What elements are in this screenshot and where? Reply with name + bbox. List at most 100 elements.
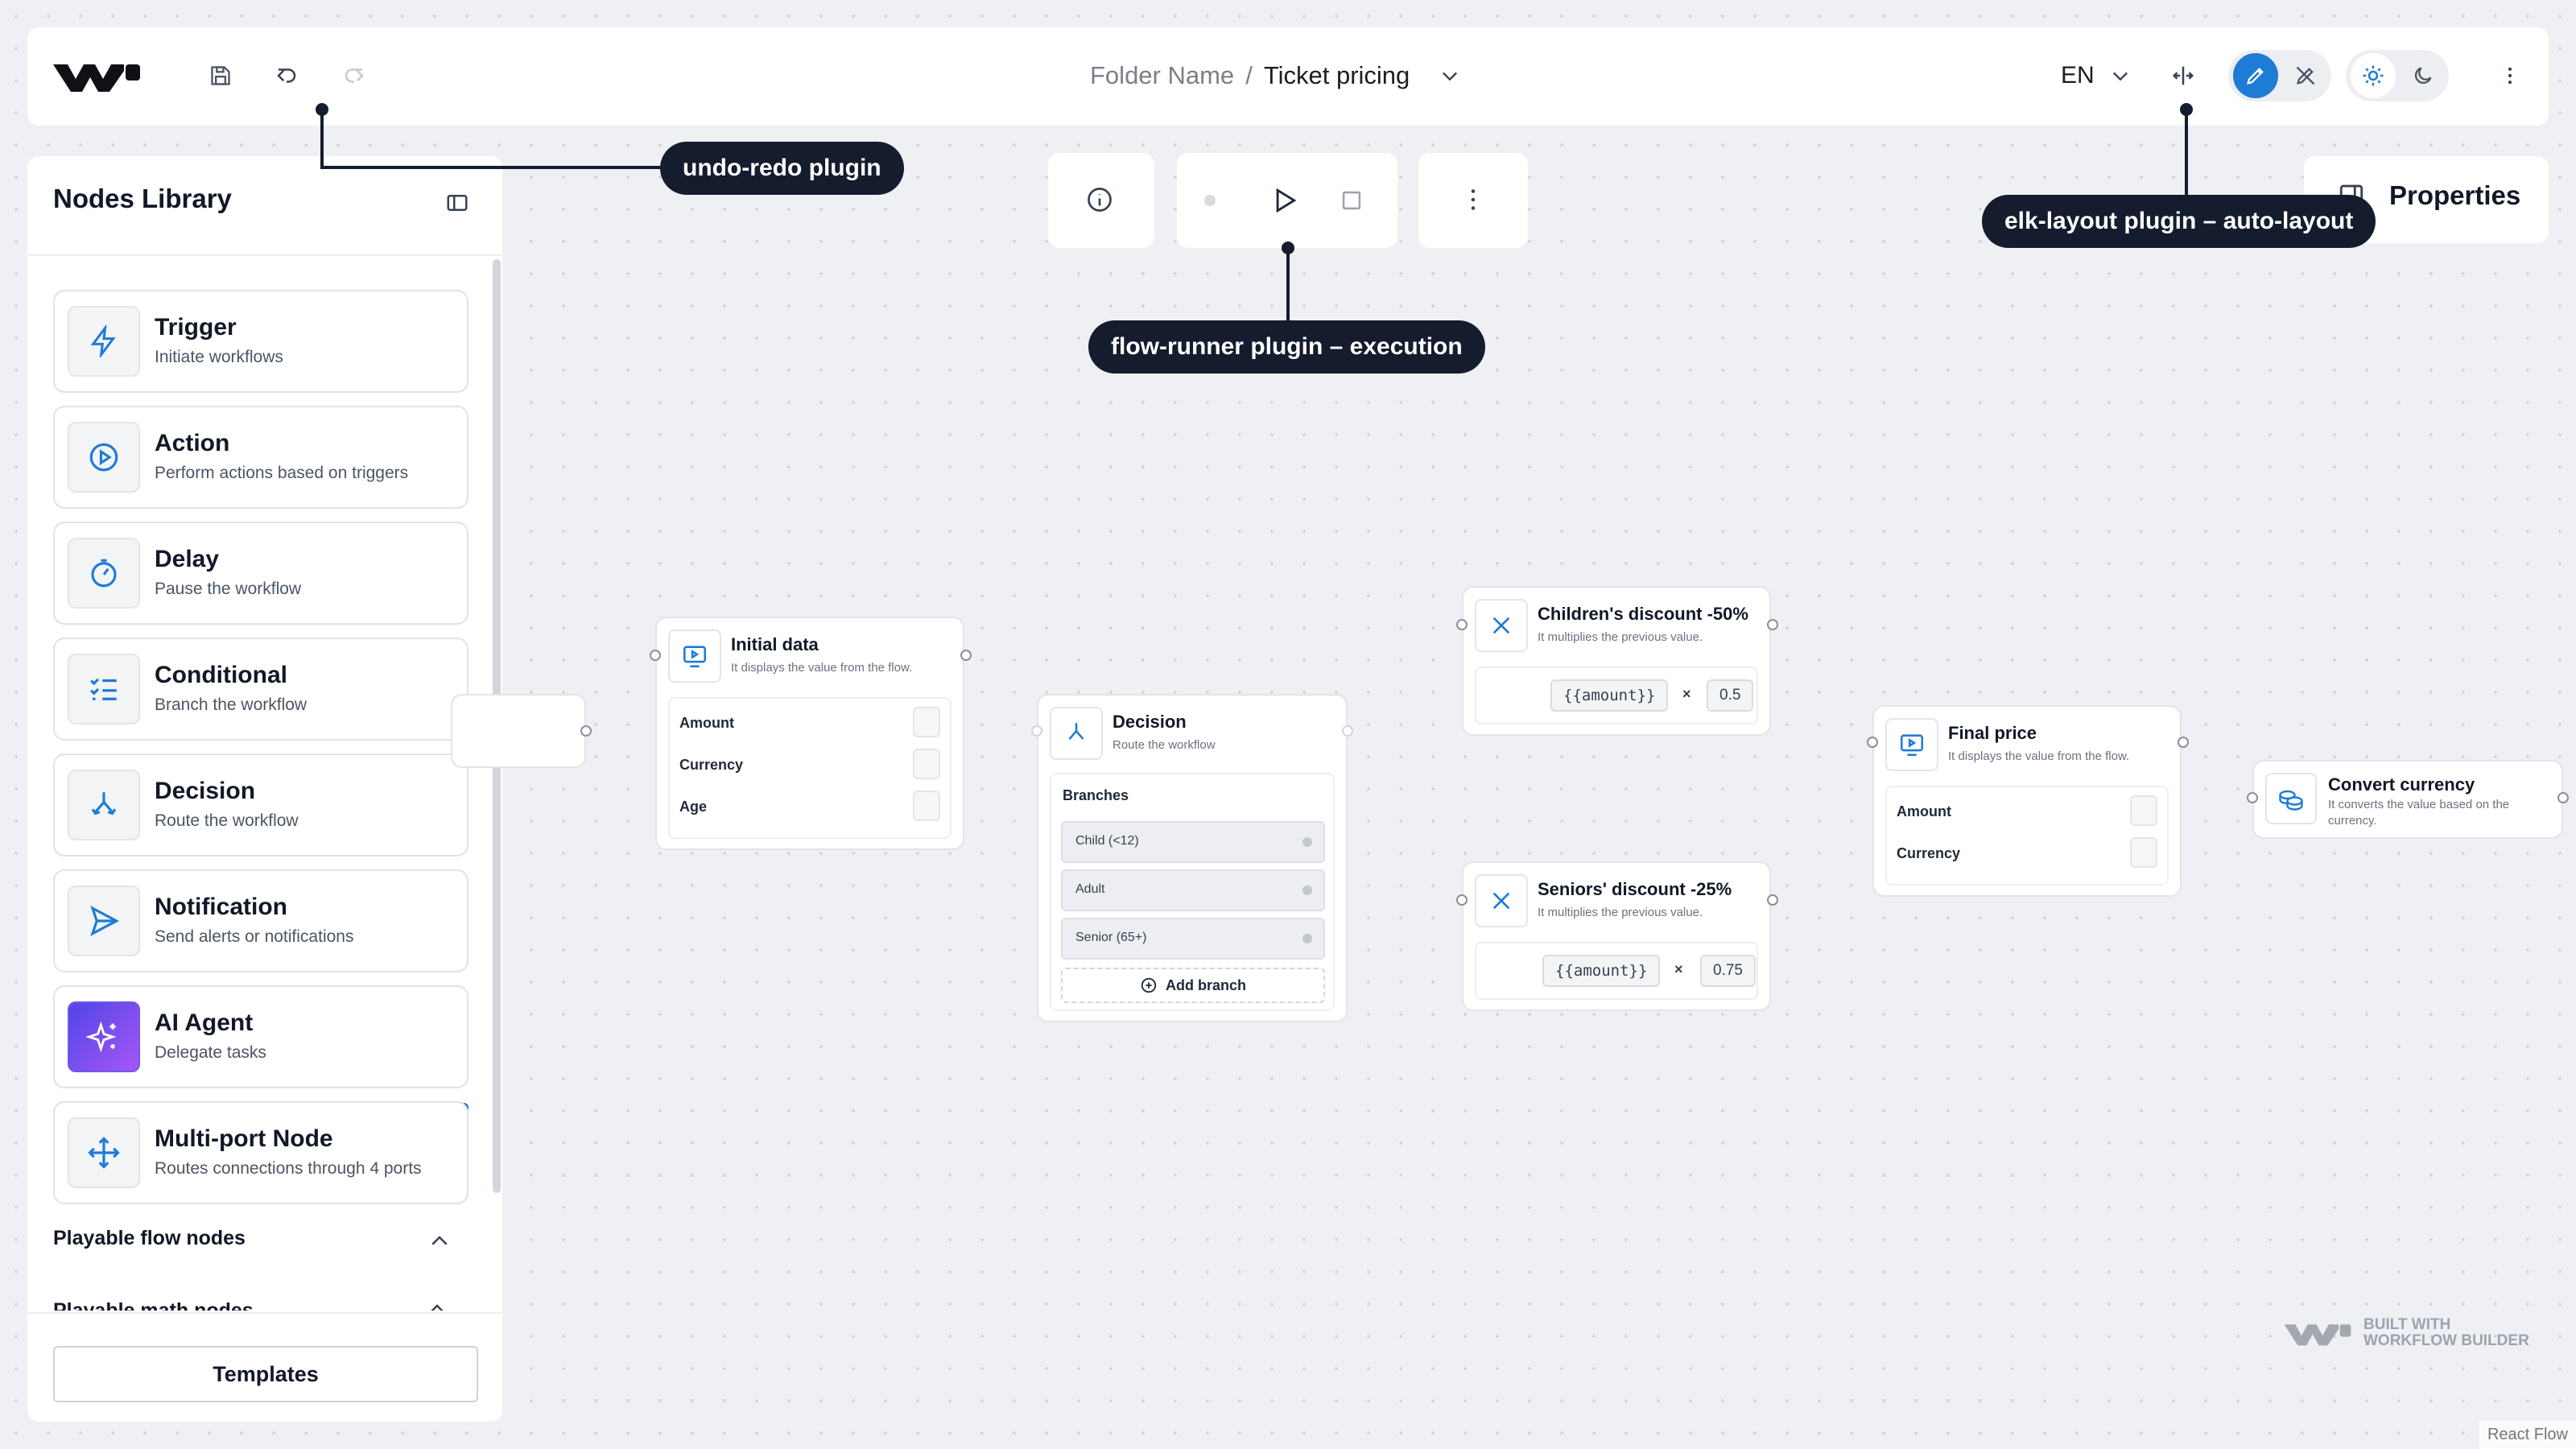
pencil-off-icon[interactable] [2283,53,2328,98]
multiply-operator: × [1682,686,1691,702]
library-item-delay[interactable]: Delay Pause the workflow [53,522,469,625]
callout-connector [320,166,667,169]
output-port[interactable] [1767,894,1778,906]
library-item-decision[interactable]: Decision Route the workflow [53,753,469,857]
input-port[interactable] [1031,725,1042,737]
section-header-playable-flow-nodes[interactable]: Playable flow nodes [53,1227,246,1250]
branch-label: Child (<12) [1075,834,1139,848]
templates-button[interactable]: Templates [53,1346,478,1402]
item-desc: Pause the workflow [155,580,302,598]
save-icon[interactable] [203,58,238,93]
callout-connector [1286,246,1290,324]
list-check-icon [68,654,140,724]
field-value[interactable] [913,707,940,737]
input-port[interactable] [1456,619,1468,630]
field-value[interactable] [913,749,940,779]
brand-line-2: WORKFLOW BUILDER [2363,1332,2529,1349]
input-port[interactable] [650,650,661,661]
item-desc: Initiate workflows [155,348,283,366]
partial-node[interactable] [451,694,586,768]
field-label: Currency [1897,845,1961,861]
chevron-down-icon [2109,64,2132,87]
field-value[interactable] [2130,795,2157,826]
library-item-multi-port-node[interactable]: Multi-port Node Routes connections throu… [53,1101,469,1204]
chevron-up-icon[interactable] [425,1298,454,1311]
node-initial-data[interactable]: Initial data It displays the value from … [655,617,964,850]
output-port[interactable] [1342,725,1353,737]
add-branch-button[interactable]: Add branch [1061,968,1325,1003]
built-with-badge[interactable]: BUILT WITH WORKFLOW BUILDER [2283,1317,2529,1349]
item-name: AI Agent [155,1009,254,1036]
multiply-icon [1475,599,1528,652]
output-port[interactable] [960,650,972,661]
node-title: Decision [1113,712,1187,732]
factor-value[interactable]: 0.75 [1700,955,1756,987]
chevron-up-icon[interactable] [425,1227,454,1256]
play-icon[interactable] [1269,185,1299,220]
amount-variable-chip[interactable]: {{amount}} [1542,955,1661,987]
node-seniors-discount[interactable]: Seniors' discount -25% It multiplies the… [1462,861,1771,1011]
auto-layout-icon[interactable] [2165,58,2201,93]
node-fields: Amount Currency Age [668,697,952,839]
callout-elk-layout: elk-layout plugin – auto-layout [1982,195,2376,248]
workflow-builder-logo [2283,1319,2352,1348]
item-desc: Send alerts or notifications [155,927,354,946]
info-icon[interactable] [1085,185,1114,218]
react-flow-attribution[interactable]: React Flow [2479,1421,2576,1449]
input-port[interactable] [1456,894,1468,906]
timer-icon [68,538,140,609]
node-convert-currency[interactable]: Convert currency It converts the value b… [2252,760,2563,839]
chevron-down-icon[interactable] [1439,64,1461,87]
field-value[interactable] [913,791,940,821]
arrows-move-icon [68,1117,140,1188]
split-icon [68,770,140,840]
input-port[interactable] [2247,792,2258,803]
workflow-title[interactable]: Ticket pricing [1264,61,1410,90]
library-item-trigger[interactable]: Trigger Initiate workflows [53,290,469,393]
more-vertical-icon[interactable] [1459,185,1488,218]
nodes-library-panel: Nodes Library Trigger Initiate workflows… [27,156,502,1422]
branch-port[interactable] [1302,886,1312,895]
stop-icon[interactable] [1338,187,1365,218]
display-icon [1885,718,1938,771]
more-vertical-icon[interactable] [2492,58,2528,93]
branch-port[interactable] [1302,934,1312,943]
node-decision[interactable]: Decision Route the workflow Branches Chi… [1037,694,1348,1022]
brand-text: BUILT WITH WORKFLOW BUILDER [2363,1317,2529,1349]
output-port[interactable] [2557,792,2569,803]
output-port[interactable] [580,725,592,737]
redo-icon[interactable] [336,58,372,93]
coins-icon [2265,773,2317,824]
section-header-playable-math-nodes[interactable]: Playable math nodes [53,1296,254,1311]
branch-item[interactable]: Senior (65+) [1061,918,1325,960]
input-port[interactable] [1867,737,1878,748]
branch-item[interactable]: Child (<12) [1061,821,1325,863]
sidebar-toggle-icon[interactable] [443,188,472,217]
moon-icon[interactable] [2401,53,2446,98]
library-item-notification[interactable]: Notification Send alerts or notification… [53,869,469,972]
amount-variable-chip[interactable]: {{amount}} [1550,679,1669,712]
field-value[interactable] [2130,837,2157,868]
breadcrumb-folder[interactable]: Folder Name [1090,61,1234,90]
branch-item[interactable]: Adult [1061,869,1325,911]
output-port[interactable] [2178,737,2189,748]
node-final-price[interactable]: Final price It displays the value from t… [1872,705,2182,897]
pencil-icon[interactable] [2233,53,2278,98]
brand-line-1: BUILT WITH [2363,1316,2451,1333]
output-port[interactable] [1767,619,1778,630]
library-item-conditional[interactable]: Conditional Branch the workflow [53,638,469,741]
flow-runner-controls [1177,153,1397,248]
sun-icon[interactable] [2351,53,2396,98]
node-childrens-discount[interactable]: Children's discount -50% It multiplies t… [1462,586,1771,736]
add-branch-label: Add branch [1165,976,1246,993]
node-title: Convert currency [2328,774,2475,795]
item-name: Trigger [155,314,237,341]
callout-flow-runner: flow-runner plugin – execution [1088,320,1485,374]
branch-port[interactable] [1302,837,1312,847]
library-item-ai-agent[interactable]: AI Agent Delegate tasks [53,985,469,1088]
factor-value[interactable]: 0.5 [1707,679,1754,712]
language-selector[interactable]: EN [2061,58,2132,93]
library-item-action[interactable]: Action Perform actions based on triggers [53,406,469,509]
undo-icon[interactable] [269,58,304,93]
item-desc: Route the workflow [155,811,299,830]
